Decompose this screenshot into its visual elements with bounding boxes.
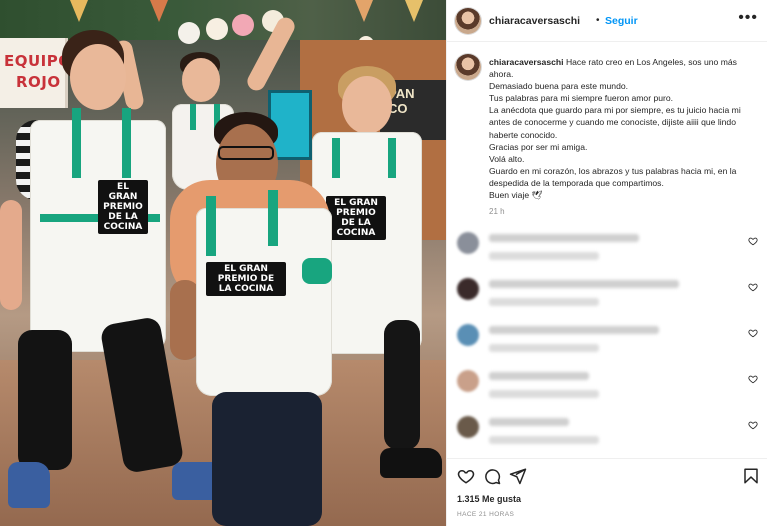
more-options-icon[interactable]: •••: [738, 10, 758, 26]
comment-row: [457, 230, 762, 270]
like-comment-icon[interactable]: [748, 282, 758, 292]
blurred-comment-text: [489, 372, 589, 380]
caption-time: 21 h: [489, 207, 505, 216]
post-caption: chiaracaversaschi Hace rato creo en Los …: [489, 56, 759, 201]
apron-badge: EL GRAN PREMIO DE LA COCINA: [206, 262, 286, 296]
comment-row: [457, 414, 762, 454]
caption-line: Hace rato creo en Los Angeles, sos uno m…: [565, 57, 737, 67]
post-date: HACE 21 HORAS: [457, 511, 515, 518]
caption-line: haberte conocido.: [489, 129, 558, 140]
bunting-flag: [405, 0, 423, 22]
caption-line: antes de conocerme y cuando me conociste…: [489, 117, 736, 128]
sign-line-2: ROJO: [16, 73, 61, 91]
lantern-decoration: [178, 22, 200, 44]
blurred-comment-text: [489, 280, 679, 288]
comment-avatar: [457, 370, 479, 392]
caption-line: Volá alto.: [489, 153, 525, 164]
team-sign: EQUIPO ROJO: [0, 38, 72, 108]
comment-avatar: [457, 232, 479, 254]
blurred-comment-text: [489, 418, 569, 426]
blurred-comment-text: [489, 234, 639, 242]
lantern-decoration: [206, 18, 228, 40]
header-separator: •: [596, 15, 600, 26]
blurred-comment-meta: [489, 344, 599, 352]
like-count[interactable]: 1.315 Me gusta: [457, 494, 521, 504]
caption-line: Gracias por ser mi amiga.: [489, 141, 588, 152]
post-header: chiaracaversaschi • Seguir •••: [447, 0, 767, 42]
caption-line: Buen viaje 🕊: [489, 190, 543, 201]
like-comment-icon[interactable]: [748, 236, 758, 246]
lantern-decoration: [232, 14, 254, 36]
comment-row: [457, 368, 762, 408]
comment-avatar: [457, 416, 479, 438]
comment-row: [457, 322, 762, 362]
blurred-comment-meta: [489, 252, 599, 260]
like-comment-icon[interactable]: [748, 328, 758, 338]
profile-avatar[interactable]: [455, 8, 481, 34]
comment-avatar: [457, 324, 479, 346]
blurred-comment-meta: [489, 298, 599, 306]
post-photo[interactable]: EQUIPO ROJO PAN CO EL GRAN PREMIO DE LA …: [0, 0, 446, 526]
blurred-comment-meta: [489, 390, 599, 398]
caption-line: Tus palabras para mi siempre fueron amor…: [489, 93, 674, 104]
blurred-comment-text: [489, 326, 659, 334]
blurred-comment-meta: [489, 436, 599, 444]
bookmark-icon[interactable]: [742, 467, 760, 485]
apron-badge: EL GRAN PREMIO DE LA COCINA: [98, 180, 148, 234]
post-sidebar: chiaracaversaschi • Seguir ••• chiaracav…: [446, 0, 767, 526]
caption-username[interactable]: chiaracaversaschi: [489, 57, 564, 67]
share-icon[interactable]: [509, 467, 527, 485]
comment-row: [457, 276, 762, 316]
caption-line: Guardo en mi corazón, los abrazos y tus …: [489, 165, 737, 176]
heart-icon[interactable]: [457, 467, 475, 485]
sign-line-1: EQUIPO: [4, 52, 72, 70]
like-comment-icon[interactable]: [748, 420, 758, 430]
bunting-flag: [150, 0, 168, 22]
caption-line: La anécdota que guardo para mi por siemp…: [489, 105, 741, 116]
like-comment-icon[interactable]: [748, 374, 758, 384]
caption-line: Demasiado buena para este mundo.: [489, 81, 629, 92]
bunting-flag: [355, 0, 373, 22]
caption-line: ahora.: [489, 69, 514, 80]
post-actions: 1.315 Me gusta HACE 21 HORAS: [447, 458, 767, 526]
caption-line: despedida de la temporada que compartimo…: [489, 177, 664, 188]
comment-avatar: [457, 278, 479, 300]
caption-avatar[interactable]: [455, 54, 481, 80]
apron-badge: EL GRAN PREMIO DE LA COCINA: [326, 196, 386, 240]
bunting-flag: [70, 0, 88, 22]
comment-icon[interactable]: [483, 467, 501, 485]
follow-button[interactable]: Seguir: [605, 15, 638, 27]
header-username[interactable]: chiaracaversaschi: [489, 15, 580, 27]
